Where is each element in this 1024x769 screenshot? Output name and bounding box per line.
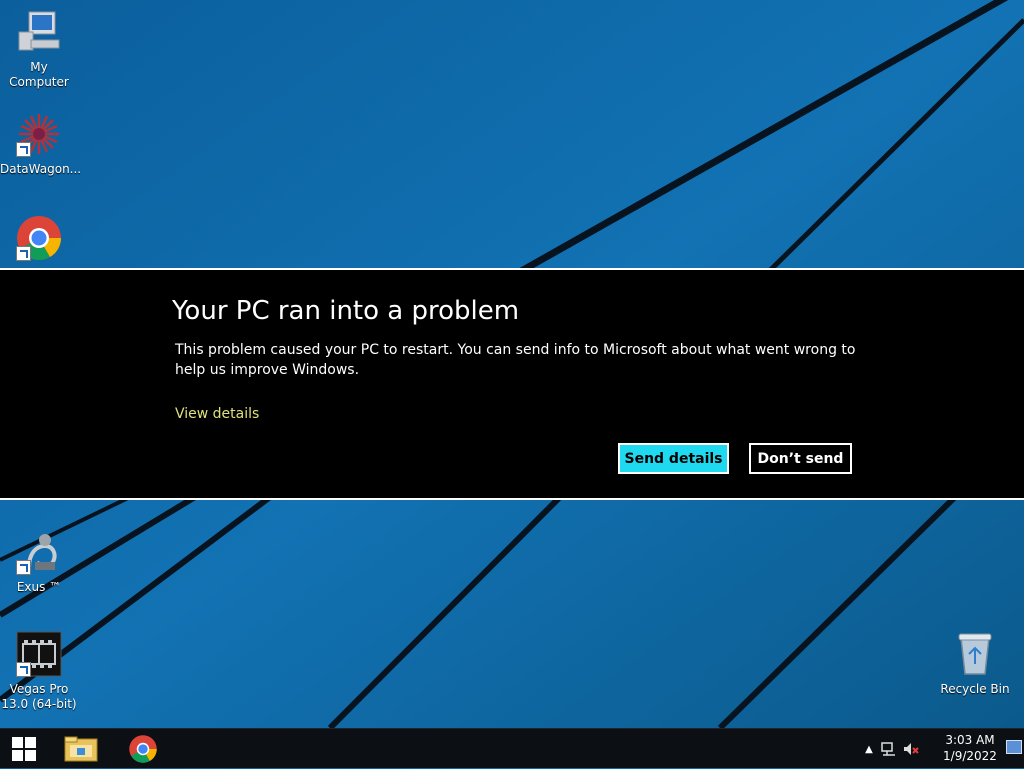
dialog-message: This problem caused your PC to restart. … [175, 342, 856, 378]
desktop-icon-exus[interactable]: Exus ™ [0, 528, 78, 595]
chrome-icon [129, 735, 157, 763]
desktop-icon-my-computer[interactable]: My Computer [0, 8, 78, 90]
desktop-icon-chrome[interactable] [0, 214, 78, 266]
vegas-pro-icon [15, 630, 63, 678]
dialog-title: Your PC ran into a problem [172, 296, 520, 326]
desktop-icon-recycle-bin[interactable]: Recycle Bin [936, 630, 1014, 697]
desktop-icon-label: My Computer [9, 60, 69, 89]
shortcut-arrow-icon [16, 560, 31, 575]
error-dialog: Your PC ran into a problem This problem … [0, 268, 1024, 500]
taskbar: ▲ 3:03 AM 1/9/2022 [0, 728, 1024, 768]
show-desktop-icon[interactable] [1006, 740, 1022, 754]
desktop-icon-vegas-pro[interactable]: Vegas Pro 13.0 (64-bit) [0, 630, 78, 712]
desktop-icon-label: Vegas Pro 13.0 (64-bit) [1, 682, 77, 711]
recycle-bin-icon [951, 630, 999, 678]
send-details-button[interactable]: Send details [618, 443, 729, 474]
start-button[interactable] [0, 729, 48, 769]
shortcut-arrow-icon [16, 246, 31, 261]
windows-logo-icon [12, 737, 36, 761]
view-details-link[interactable]: View details [175, 404, 259, 424]
network-icon[interactable] [878, 742, 900, 756]
tray-overflow-icon[interactable]: ▲ [860, 744, 878, 755]
desktop-icon-label: Exus ™ [16, 580, 62, 594]
taskbar-file-explorer[interactable] [53, 729, 109, 769]
chrome-icon [15, 214, 63, 262]
shortcut-arrow-icon [16, 142, 31, 157]
taskbar-clock[interactable]: 3:03 AM 1/9/2022 [936, 732, 1004, 764]
computer-icon [15, 8, 63, 56]
exus-icon [15, 528, 63, 576]
system-tray: ▲ [860, 729, 922, 769]
shortcut-arrow-icon [16, 662, 31, 677]
dont-send-button[interactable]: Don’t send [749, 443, 852, 474]
desktop-icon-label: Recycle Bin [940, 682, 1010, 696]
clock-time: 3:03 AM [945, 733, 995, 747]
desktop-icon-datawagon[interactable]: DataWagon... [0, 110, 82, 177]
file-explorer-icon [64, 736, 98, 762]
desktop-icon-label: DataWagon... [0, 162, 82, 176]
datawagon-icon [15, 110, 63, 158]
clock-date: 1/9/2022 [943, 749, 997, 763]
volume-muted-icon[interactable] [900, 742, 922, 756]
taskbar-chrome[interactable] [115, 729, 171, 769]
